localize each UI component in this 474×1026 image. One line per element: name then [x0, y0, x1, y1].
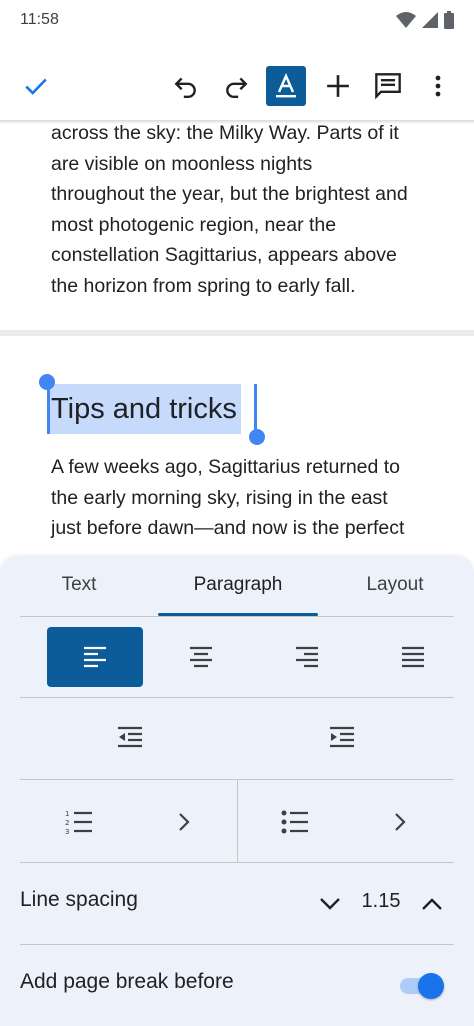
text-line: are visible on moonless nights [51, 152, 313, 175]
align-left-button[interactable] [47, 627, 143, 687]
wifi-icon [396, 12, 416, 28]
chevron-up-icon [422, 898, 442, 910]
undo-icon [174, 77, 196, 99]
text-line: just before dawn—and now is the perfect [51, 517, 405, 539]
status-bar: 11:58 [0, 0, 474, 40]
numbered-list-button[interactable]: 123 [54, 796, 104, 848]
text-format-button[interactable] [266, 66, 306, 106]
svg-text:1: 1 [65, 810, 69, 818]
svg-text:2: 2 [65, 819, 69, 827]
done-button[interactable] [14, 58, 58, 114]
align-justify-button[interactable] [365, 627, 461, 687]
increase-indent-button[interactable] [302, 707, 382, 767]
status-time: 11:58 [20, 11, 59, 28]
check-icon [25, 78, 47, 95]
redo-button[interactable] [214, 58, 258, 114]
align-left-icon [84, 646, 106, 668]
more-options-button[interactable] [416, 58, 460, 114]
line-spacing-label: Line spacing [20, 888, 138, 911]
tab-paragraph[interactable]: Paragraph [158, 574, 318, 614]
tab-text[interactable]: Text [20, 574, 138, 614]
numbered-list-icon: 123 [65, 810, 92, 835]
status-icons [396, 11, 454, 29]
align-right-icon [296, 646, 318, 668]
page-break-toggle[interactable] [396, 972, 446, 1000]
signal-icon [422, 12, 438, 28]
battery-icon [444, 11, 454, 29]
tab-divider [20, 616, 454, 617]
line-spacing-decrease-button[interactable] [310, 886, 350, 922]
format-bottom-sheet: Text Paragraph Layout 123 Line spacing 1… [0, 556, 474, 1026]
text-line: the horizon from spring to early fall. [51, 274, 356, 297]
selection-start-handle[interactable] [39, 374, 55, 390]
text-line: most photogenic region, near the [51, 213, 337, 236]
text-format-icon [276, 73, 296, 98]
toolbar-shadow [0, 120, 474, 124]
text-line: the early morning sky, rising in the eas… [51, 486, 388, 509]
row-divider [20, 697, 454, 698]
page-break-label: Add page break before [20, 970, 234, 993]
line-spacing-value: 1.15 [361, 890, 401, 912]
text-line: A few weeks ago, Sagittarius returned to [51, 456, 401, 478]
body-paragraph[interactable]: A few weeks ago, Sagittarius returned to… [51, 452, 431, 544]
chevron-down-icon [320, 898, 340, 910]
svg-text:3: 3 [65, 828, 69, 835]
bulleted-list-button[interactable] [270, 796, 320, 848]
comment-icon [375, 73, 401, 100]
row-divider [20, 944, 454, 945]
selection-end-handle[interactable] [249, 429, 265, 445]
decrease-indent-icon [118, 726, 142, 748]
align-center-button[interactable] [153, 627, 249, 687]
bulleted-list-options-button[interactable] [376, 796, 424, 848]
heading-block[interactable]: Tips and tricks [47, 384, 241, 434]
more-vert-icon [435, 75, 441, 97]
editing-toolbar [0, 58, 474, 116]
bulleted-list-icon [281, 810, 308, 834]
line-spacing-increase-button[interactable] [412, 886, 452, 922]
align-right-button[interactable] [259, 627, 355, 687]
numbered-list-options-button[interactable] [160, 796, 208, 848]
decrease-indent-button[interactable] [90, 707, 170, 767]
page-break-gap [0, 330, 474, 336]
text-line: constellation Sagittarius, appears above [51, 244, 397, 266]
column-divider [237, 780, 238, 862]
text-line: throughout the year, but the brightest a… [51, 183, 408, 205]
align-center-icon [190, 646, 212, 668]
undo-button[interactable] [164, 58, 208, 114]
plus-icon [327, 75, 349, 97]
tab-layout[interactable]: Layout [336, 574, 454, 614]
insert-button[interactable] [316, 58, 360, 114]
toggle-thumb [418, 973, 444, 999]
selected-heading[interactable]: Tips and tricks [47, 384, 241, 434]
body-paragraph[interactable]: across the sky: the Milky Way. Parts of … [51, 118, 431, 301]
chevron-right-icon [395, 813, 406, 831]
align-justify-icon [402, 646, 424, 668]
row-divider [20, 862, 454, 863]
comment-button[interactable] [366, 58, 410, 114]
redo-icon [226, 77, 248, 99]
increase-indent-icon [330, 726, 354, 748]
chevron-right-icon [179, 813, 190, 831]
